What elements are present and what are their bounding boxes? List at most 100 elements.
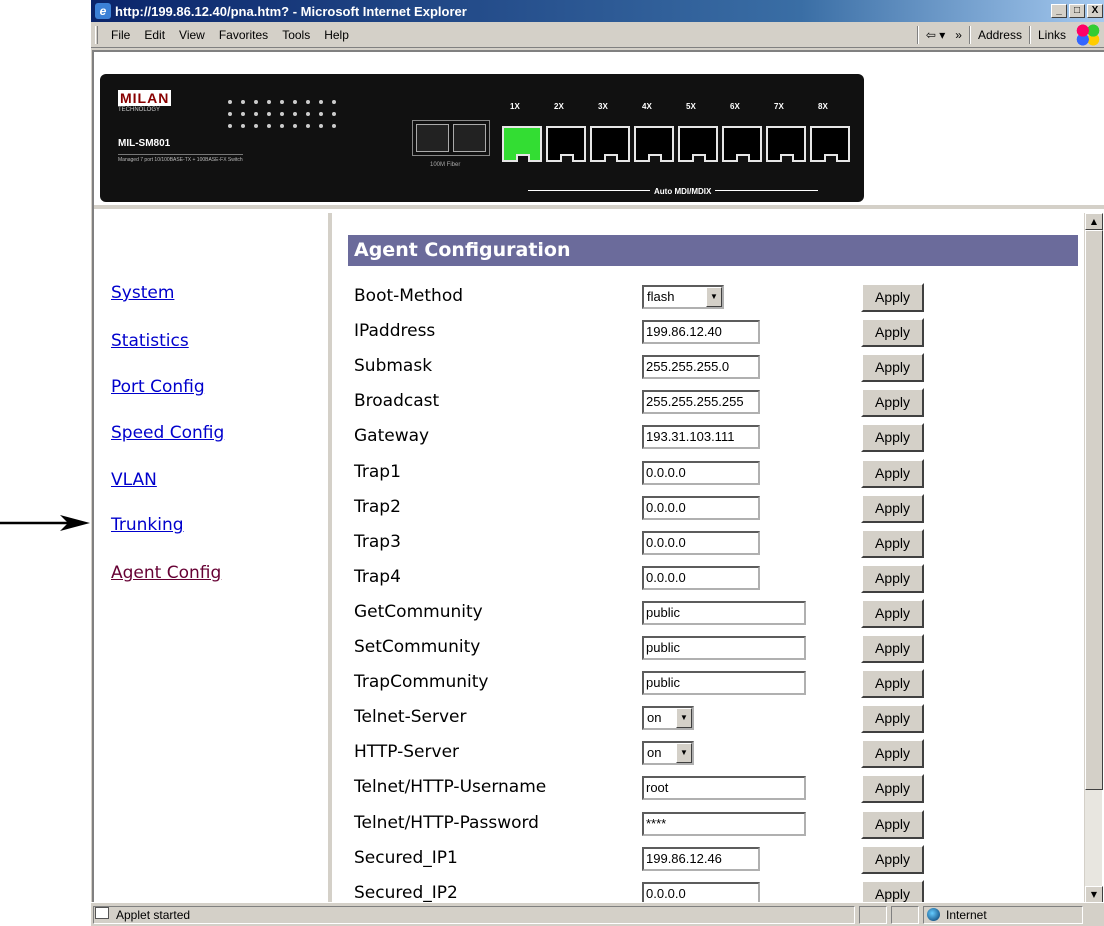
port-7x[interactable] [766, 126, 806, 162]
nav-link-speed-config[interactable]: Speed Config [111, 423, 224, 443]
apply-button-gateway[interactable]: Apply [861, 423, 924, 453]
apply-button-trap3[interactable]: Apply [861, 528, 924, 558]
boot-method-select-value: flash [647, 289, 675, 304]
toolbar-grip[interactable] [95, 25, 98, 44]
menu-edit[interactable]: Edit [137, 28, 172, 42]
status-bar: Applet started Internet [91, 902, 1104, 926]
nav-link-statistics[interactable]: Statistics [111, 331, 189, 351]
apply-button-telnet-http-username[interactable]: Apply [861, 774, 924, 804]
model-name: MIL-SM801 [118, 138, 171, 149]
telnet-http-password-input[interactable]: **** [642, 811, 806, 836]
port-1x-active[interactable] [502, 126, 542, 162]
field-label-ipaddress: IPaddress [354, 321, 436, 342]
nav-link-system[interactable]: System [111, 283, 174, 303]
boot-method-select[interactable]: flash ▼ [642, 285, 724, 309]
form-row-trap4: Trap4 0.0.0.0 Apply [348, 563, 948, 599]
scroll-down-button[interactable]: ▼ [1085, 886, 1103, 903]
secured-ip1-input[interactable]: 199.86.12.46 [642, 846, 760, 871]
address-bar-button[interactable]: Address [973, 28, 1027, 42]
dropdown-arrow-icon[interactable]: ▼ [706, 287, 722, 307]
http-server-select[interactable]: on ▼ [642, 741, 694, 766]
back-button[interactable]: ⇦ ▾ [921, 28, 950, 42]
content-frame: Agent Configuration Boot-Method flash ▼ App… [336, 213, 1104, 909]
port-label-4x: 4X [642, 102, 652, 111]
apply-button-getcommunity[interactable]: Apply [861, 598, 924, 628]
links-bar-button[interactable]: Links [1033, 28, 1071, 42]
form-row-boot-method: Boot-Method flash ▼ Apply [348, 283, 948, 318]
banner-frame: MILAN TECHNOLOGY MIL-SM801 Managed 7 por… [94, 52, 1104, 209]
menu-file[interactable]: File [104, 28, 137, 42]
maximize-button[interactable]: □ [1069, 4, 1085, 18]
port-label-5x: 5X [686, 102, 696, 111]
apply-button-submask[interactable]: Apply [861, 353, 924, 383]
brand-logo: MILAN [118, 90, 172, 106]
nav-link-agent-config[interactable]: Agent Config [111, 563, 221, 583]
title-bar[interactable]: e http://199.86.12.40/pna.htm? - Microso… [91, 0, 1104, 22]
scroll-up-button[interactable]: ▲ [1085, 213, 1103, 230]
apply-button-setcommunity[interactable]: Apply [861, 634, 924, 663]
port-6x[interactable] [722, 126, 762, 162]
apply-button-trap1[interactable]: Apply [861, 458, 924, 488]
trap1-input[interactable]: 0.0.0.0 [642, 460, 760, 485]
trap2-input[interactable]: 0.0.0.0 [642, 495, 760, 520]
telnet-server-select[interactable]: on ▼ [642, 706, 694, 731]
scrollbar-thumb[interactable] [1085, 230, 1103, 790]
port-2x[interactable] [546, 126, 586, 162]
field-label-trap2: Trap2 [354, 496, 401, 517]
toolbar-overflow-button[interactable]: » [950, 28, 967, 42]
telnet-http-username-input[interactable]: root [642, 776, 806, 801]
apply-button-trap4[interactable]: Apply [861, 563, 924, 593]
field-label-telnet-server: Telnet-Server [354, 707, 467, 728]
setcommunity-input[interactable]: public [642, 636, 806, 660]
menu-tools[interactable]: Tools [275, 28, 317, 42]
minimize-button[interactable]: _ [1051, 4, 1067, 18]
apply-button-boot-method[interactable]: Apply [861, 283, 924, 312]
apply-button-telnet-server[interactable]: Apply [861, 704, 924, 734]
trap4-input[interactable]: 0.0.0.0 [642, 565, 760, 590]
field-label-boot-method: Boot-Method [354, 286, 464, 306]
menu-view[interactable]: View [172, 28, 212, 42]
submask-input[interactable]: 255.255.255.0 [642, 355, 760, 380]
getcommunity-input[interactable]: public [642, 600, 806, 625]
brand-subtitle: TECHNOLOGY [118, 107, 161, 113]
nav-link-vlan[interactable]: VLAN [111, 470, 157, 490]
form-row-secured-ip1: Secured_IP1 199.86.12.46 Apply [348, 844, 948, 880]
menu-favorites[interactable]: Favorites [212, 28, 275, 42]
port-8x[interactable] [810, 126, 850, 162]
field-label-gateway: Gateway [354, 426, 430, 447]
apply-button-http-server[interactable]: Apply [861, 739, 924, 769]
apply-button-trapcommunity[interactable]: Apply [861, 669, 924, 699]
port-5x[interactable] [678, 126, 718, 162]
nav-link-trunking[interactable]: Trunking [111, 515, 184, 535]
field-label-broadcast: Broadcast [354, 391, 440, 412]
broadcast-input[interactable]: 255.255.255.255 [642, 390, 760, 415]
ipaddress-input[interactable]: 199.86.12.40 [642, 320, 760, 345]
gateway-input[interactable]: 193.31.103.111 [642, 425, 760, 450]
field-label-http-server: HTTP-Server [354, 742, 460, 763]
trap3-input[interactable]: 0.0.0.0 [642, 530, 760, 555]
menu-help[interactable]: Help [317, 28, 356, 42]
auto-mdi-label: Auto MDI/MDIX [650, 187, 716, 196]
form-row-trap3: Trap3 0.0.0.0 Apply [348, 528, 948, 564]
field-label-secured-ip1: Secured_IP1 [354, 847, 458, 868]
apply-button-telnet-http-password[interactable]: Apply [861, 809, 924, 839]
port-4x[interactable] [634, 126, 674, 162]
vertical-scrollbar[interactable]: ▲ ▼ [1084, 213, 1103, 904]
nav-link-port-config[interactable]: Port Config [111, 377, 205, 397]
field-label-trap1: Trap1 [354, 461, 401, 482]
apply-button-broadcast[interactable]: Apply [861, 388, 924, 418]
model-description: Managed 7 port 10/100BASE-TX + 100BASE-F… [118, 154, 243, 163]
page-icon [95, 907, 109, 919]
form-row-http-server: HTTP-Server on ▼ Apply [348, 739, 948, 774]
close-button[interactable]: X [1087, 4, 1103, 18]
apply-button-trap2[interactable]: Apply [861, 493, 924, 523]
port-3x[interactable] [590, 126, 630, 162]
security-zone: Internet [923, 906, 1083, 924]
apply-button-ipaddress[interactable]: Apply [861, 318, 924, 348]
status-pane [859, 906, 887, 924]
dropdown-arrow-icon[interactable]: ▼ [676, 708, 692, 729]
apply-button-secured-ip1[interactable]: Apply [861, 844, 924, 874]
ie-logo-icon: e [95, 3, 111, 19]
trapcommunity-input[interactable]: public [642, 671, 806, 696]
dropdown-arrow-icon[interactable]: ▼ [676, 743, 692, 764]
